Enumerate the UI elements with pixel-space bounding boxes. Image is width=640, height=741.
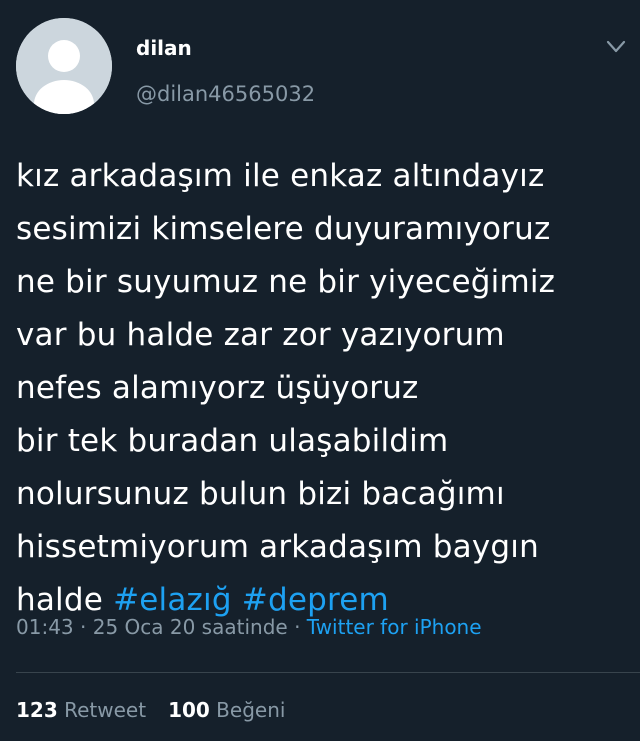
tweet-line: bir tek buradan ulaşabildim (16, 423, 449, 459)
retweets-count: 123 (16, 698, 58, 722)
tweet-source-link[interactable]: Twitter for iPhone (307, 615, 482, 639)
hashtag-link[interactable]: #deprem (242, 582, 389, 618)
default-profile-icon (16, 18, 112, 114)
tweet-card: dilan @dilan46565032 kız arkadaşım ile e… (0, 0, 640, 741)
retweets-label: Retweet (64, 698, 147, 722)
meta-separator: · (294, 615, 301, 639)
tweet-date[interactable]: 25 Oca 20 saatinde (93, 615, 288, 639)
tweet-stats: 123 Retweet 100 Beğeni (16, 698, 285, 722)
hashtag-link[interactable]: #elazığ (113, 582, 232, 618)
likes-count: 100 (168, 698, 210, 722)
meta-separator: · (80, 615, 87, 639)
divider (16, 672, 640, 673)
tweet-time[interactable]: 01:43 (16, 615, 74, 639)
tweet-line: nefes alamıyorz üşüyoruz (16, 370, 419, 406)
user-handle[interactable]: @dilan46565032 (136, 82, 315, 106)
tweet-line: nolursunuz bulun bizi bacağımı (16, 476, 505, 512)
tweet-line: var bu halde zar zor yazıyorum (16, 317, 505, 353)
tweet-line: hissetmiyorum arkadaşım baygın (16, 529, 539, 565)
likes-label: Beğeni (216, 698, 286, 722)
tweet-line: ne bir suyumuz ne bir yiyeceğimiz (16, 264, 556, 300)
display-name[interactable]: dilan (136, 36, 192, 60)
retweets-stat[interactable]: 123 Retweet (16, 698, 146, 722)
avatar[interactable] (16, 18, 112, 114)
tweet-line: sesimizi kimselere duyuramıyoruz (16, 211, 551, 247)
tweet-line: kız arkadaşım ile enkaz altındayız (16, 158, 545, 194)
likes-stat[interactable]: 100 Beğeni (168, 698, 285, 722)
tweet-line-text: halde (16, 582, 104, 618)
tweet-meta: 01:43 · 25 Oca 20 saatinde · Twitter for… (16, 615, 482, 639)
tweet-text: kız arkadaşım ile enkaz altındayız sesim… (16, 150, 626, 627)
chevron-down-icon[interactable] (606, 40, 626, 54)
